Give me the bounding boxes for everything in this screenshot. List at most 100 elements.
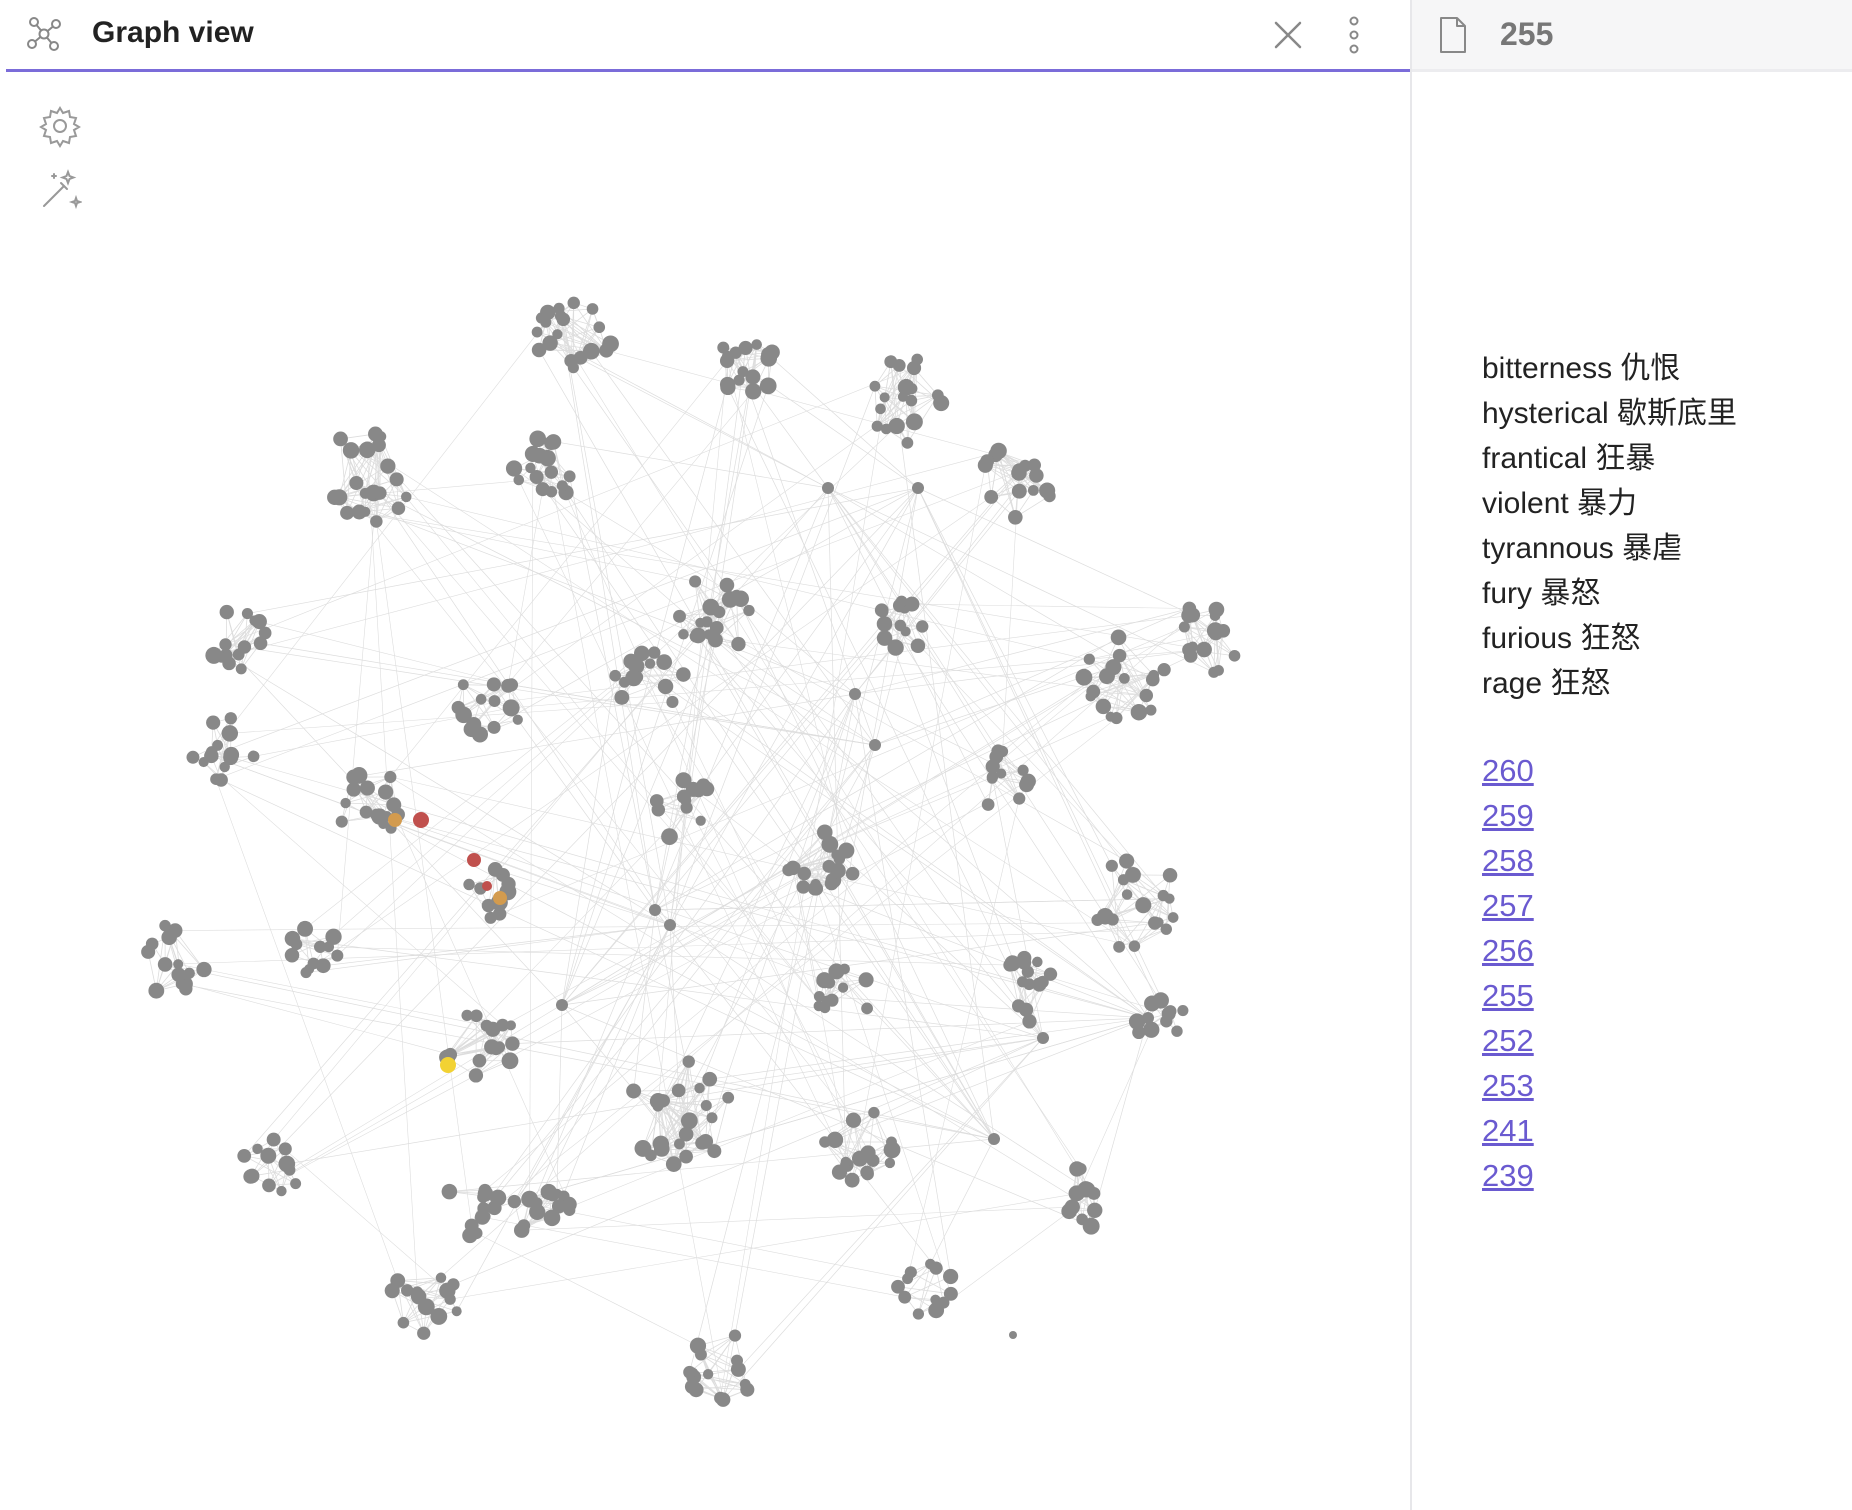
graph-node[interactable] xyxy=(1119,853,1135,869)
graph-node[interactable] xyxy=(470,1009,483,1023)
graph-node[interactable] xyxy=(661,828,678,846)
graph-node[interactable] xyxy=(1164,893,1175,904)
graph-node[interactable] xyxy=(989,749,1004,764)
graph-node[interactable] xyxy=(719,353,735,368)
graph-node[interactable] xyxy=(196,961,212,978)
graph-node[interactable] xyxy=(593,321,606,334)
graph-node[interactable] xyxy=(1027,484,1039,496)
graph-node[interactable] xyxy=(823,976,836,989)
graph-node[interactable] xyxy=(683,1365,696,1379)
graph-node[interactable] xyxy=(858,972,874,988)
graph-node[interactable] xyxy=(875,403,886,415)
graph-node[interactable] xyxy=(666,695,679,709)
graph-node[interactable] xyxy=(743,604,755,617)
graph-node[interactable] xyxy=(682,1055,695,1068)
graph-node[interactable] xyxy=(868,1106,880,1119)
graph-node[interactable] xyxy=(905,413,923,431)
graph-node[interactable] xyxy=(1061,1203,1078,1220)
note-link-239[interactable]: 239 xyxy=(1482,1153,1534,1198)
graph-node[interactable] xyxy=(678,629,689,640)
graph-node[interactable] xyxy=(504,678,519,692)
graph-node[interactable] xyxy=(901,437,914,449)
graph-node[interactable] xyxy=(307,957,320,970)
graph-node[interactable] xyxy=(206,715,221,730)
graph-node[interactable] xyxy=(455,706,472,724)
more-vertical-icon[interactable] xyxy=(1344,14,1364,56)
graph-node[interactable] xyxy=(556,480,568,492)
graph-node[interactable] xyxy=(652,1135,670,1152)
graph-node[interactable] xyxy=(1208,666,1220,678)
graph-node[interactable] xyxy=(1105,711,1116,722)
graph-node[interactable] xyxy=(861,1002,873,1015)
graph-node[interactable] xyxy=(342,442,360,459)
graph-node[interactable] xyxy=(540,304,556,321)
graph-node[interactable] xyxy=(886,1136,897,1148)
graph-node[interactable] xyxy=(690,627,707,644)
note-link-255[interactable]: 255 xyxy=(1482,973,1534,1018)
graph-node[interactable] xyxy=(300,966,312,979)
graph-node[interactable] xyxy=(657,678,674,695)
graph-node[interactable] xyxy=(480,1019,493,1032)
graph-node[interactable] xyxy=(297,920,313,937)
graph-node[interactable] xyxy=(529,1203,546,1221)
graph-node[interactable] xyxy=(157,957,173,972)
graph-node[interactable] xyxy=(410,1288,427,1305)
graph-node[interactable] xyxy=(880,423,892,435)
graph-node[interactable] xyxy=(623,653,639,669)
graph-node[interactable] xyxy=(1099,668,1115,685)
graph-node[interactable] xyxy=(715,1392,731,1407)
graph-node[interactable] xyxy=(567,362,579,374)
graph-node[interactable] xyxy=(892,359,906,372)
graph-node[interactable] xyxy=(290,1178,302,1190)
graph-node[interactable] xyxy=(531,326,543,338)
graph-node[interactable] xyxy=(235,663,247,675)
graph-node[interactable] xyxy=(916,620,929,633)
graph-node[interactable] xyxy=(224,712,237,725)
graph-node[interactable] xyxy=(327,489,343,506)
graph-node[interactable] xyxy=(1143,1021,1160,1038)
graph-node[interactable] xyxy=(340,797,351,809)
graph-node[interactable] xyxy=(888,417,905,435)
graph-node[interactable] xyxy=(906,360,922,376)
graph-node[interactable] xyxy=(266,1132,281,1147)
graph-node[interactable] xyxy=(900,626,911,637)
graph-node[interactable] xyxy=(359,487,371,499)
graph-node[interactable] xyxy=(655,1094,670,1108)
graph-node[interactable] xyxy=(819,1136,831,1148)
graph-node[interactable] xyxy=(1187,641,1198,652)
graph-node[interactable] xyxy=(831,1164,848,1180)
graph-node[interactable] xyxy=(378,784,394,800)
graph-node[interactable] xyxy=(849,688,861,700)
graph-node[interactable] xyxy=(876,630,893,646)
graph-node[interactable] xyxy=(313,940,327,953)
graph-node[interactable] xyxy=(1206,622,1224,640)
graph-node[interactable] xyxy=(722,1091,735,1104)
graph-node[interactable] xyxy=(501,876,516,892)
graph-node[interactable] xyxy=(730,1361,746,1377)
graph-node[interactable] xyxy=(1082,1217,1100,1235)
graph-node[interactable] xyxy=(925,1258,936,1270)
graph-node[interactable] xyxy=(933,395,950,412)
graph-node[interactable] xyxy=(876,616,893,632)
graph-node[interactable] xyxy=(626,1083,642,1099)
graph-node[interactable] xyxy=(1032,956,1043,968)
graph-node[interactable] xyxy=(1167,912,1179,923)
graph-node[interactable] xyxy=(333,431,348,447)
graph-node[interactable] xyxy=(644,658,656,669)
graph-node[interactable] xyxy=(1087,1187,1101,1200)
graph-node[interactable] xyxy=(513,1222,530,1238)
graph-node[interactable] xyxy=(464,1218,479,1233)
graph-node[interactable] xyxy=(728,1329,742,1342)
graph-node[interactable] xyxy=(489,1041,504,1056)
graph-node[interactable] xyxy=(283,1164,296,1176)
gear-icon[interactable] xyxy=(38,104,82,148)
note-link-252[interactable]: 252 xyxy=(1482,1018,1534,1063)
magic-wand-icon[interactable] xyxy=(38,168,82,212)
graph-node[interactable] xyxy=(822,482,834,494)
graph-node[interactable] xyxy=(258,626,272,640)
graph-node[interactable] xyxy=(702,1369,714,1380)
graph-node[interactable] xyxy=(634,1140,652,1157)
graph-node[interactable] xyxy=(183,967,195,979)
graph-node[interactable] xyxy=(1043,967,1058,981)
graph-node[interactable] xyxy=(507,1194,522,1209)
